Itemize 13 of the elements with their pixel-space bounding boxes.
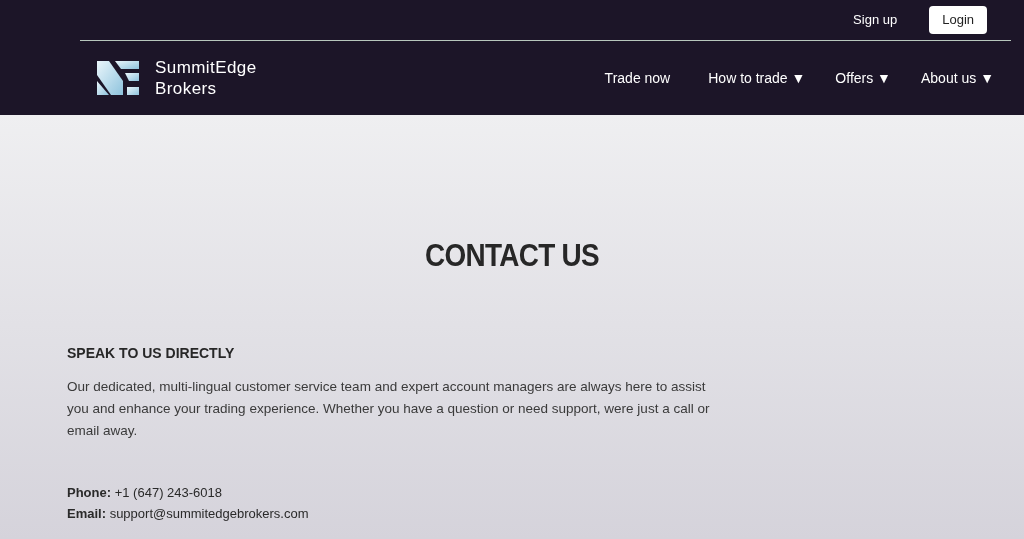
contact-line: Phone: +1 (647) 243-6018: [67, 484, 223, 502]
page-title: CONTACT US: [424, 237, 600, 275]
nav-link[interactable]: About us ▼: [921, 67, 994, 89]
logo-text[interactable]: SummitEdge Brokers: [155, 57, 257, 99]
signup-link[interactable]: Sign up: [853, 10, 898, 30]
login-button[interactable]: Login: [929, 6, 987, 34]
contact-line: Email: support@summitedgebrokers.com: [67, 505, 310, 523]
nav-link[interactable]: Offers ▼: [835, 67, 891, 89]
nav-link[interactable]: Trade now: [604, 67, 671, 89]
section-text: Our dedicated, multi-lingual customer service team and expert account managers are always here to assist you and enhance your trading experience. Whether you have a question or need support, were just a call or email away.: [67, 378, 711, 440]
nav-link[interactable]: How to trade ▼: [708, 67, 806, 89]
logo-icon: [95, 59, 141, 97]
section-heading: SPEAK TO US DIRECTLY: [67, 344, 236, 363]
